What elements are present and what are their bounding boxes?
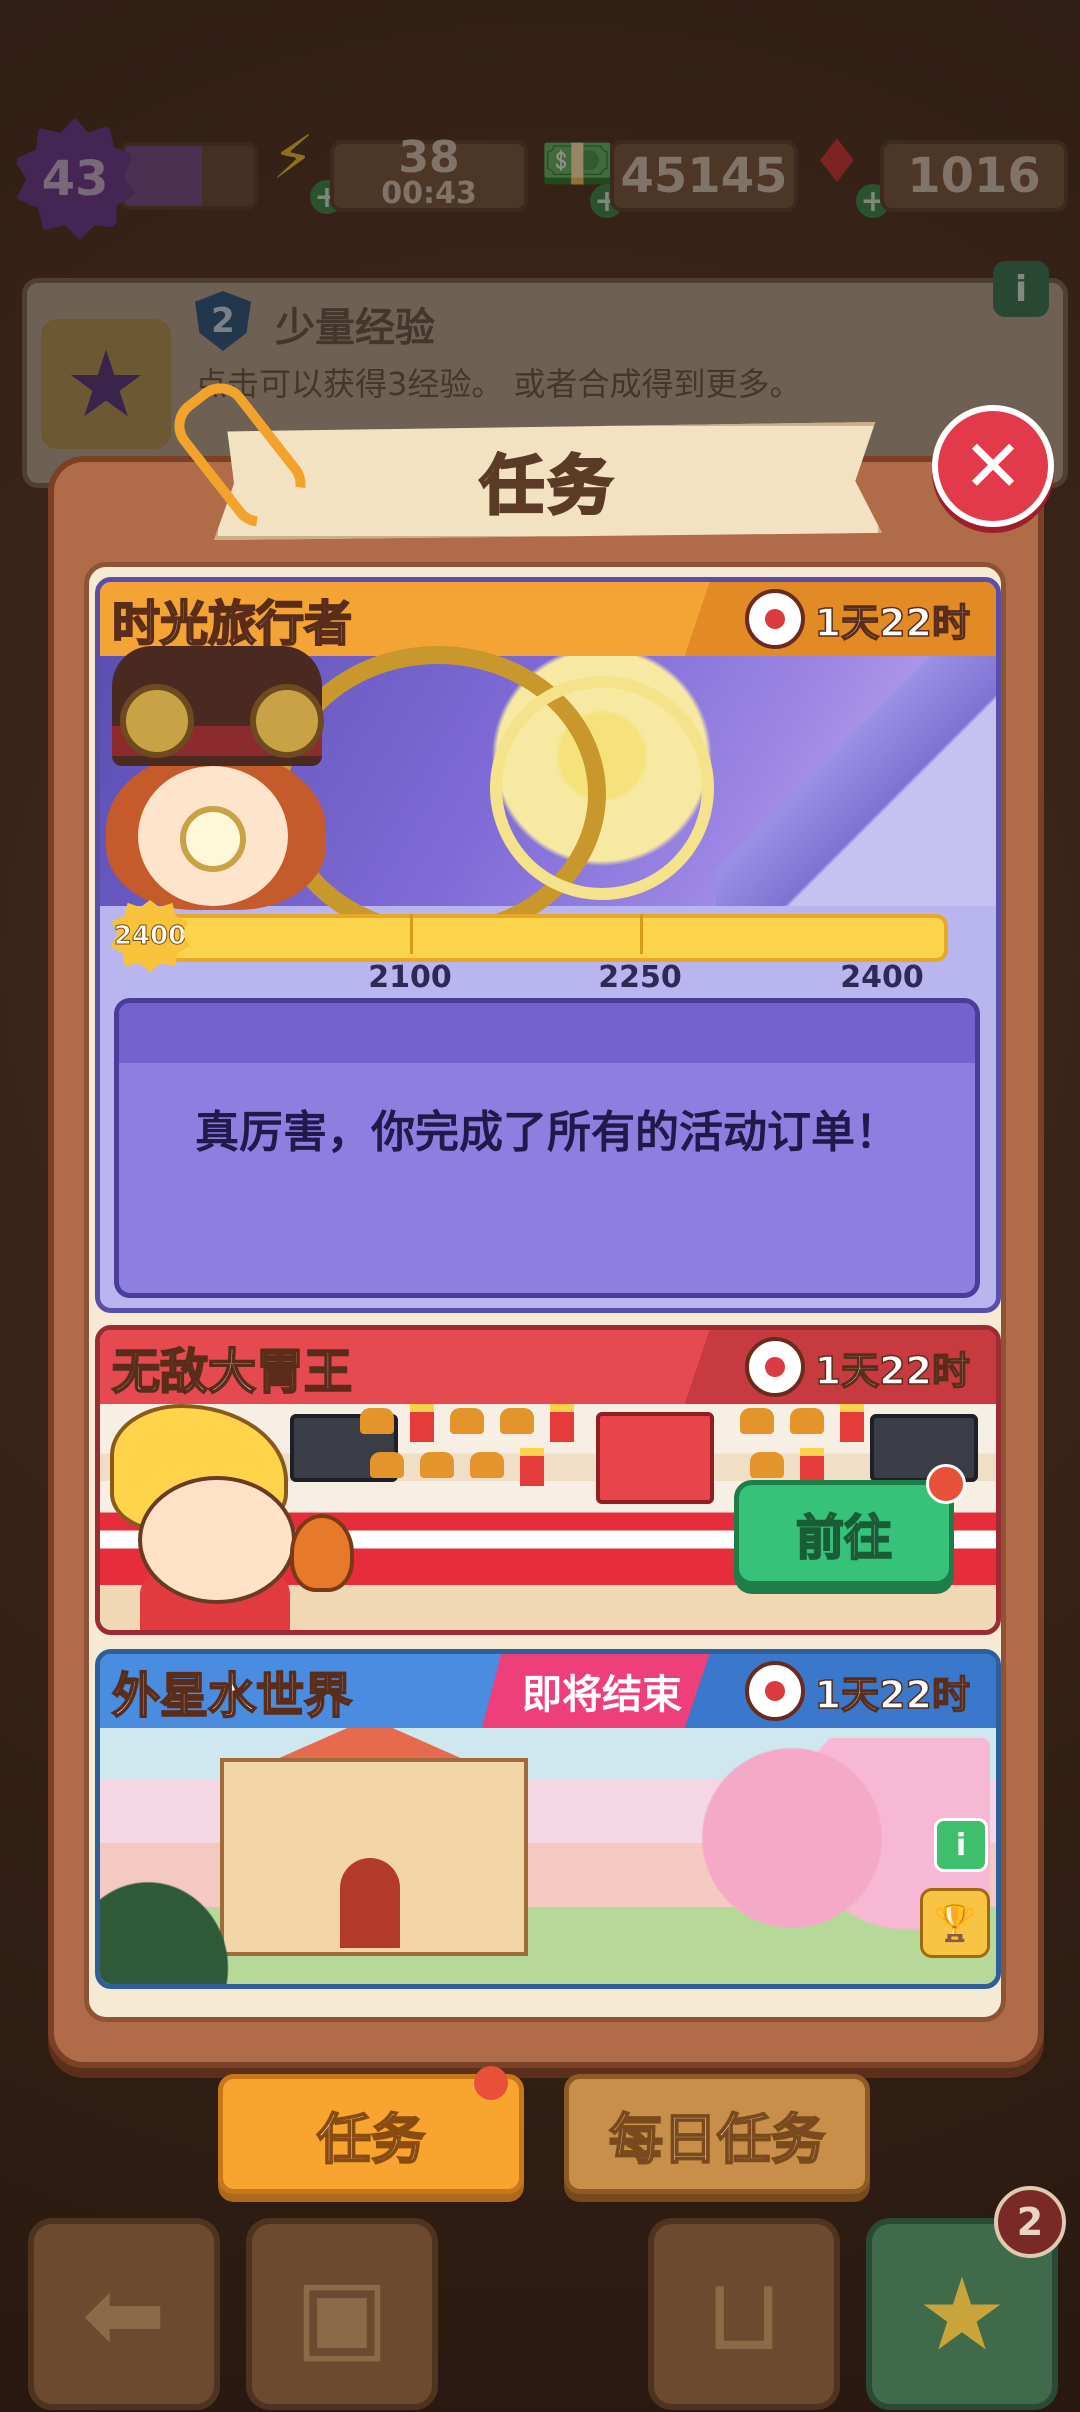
backpack-button[interactable]: ▣ [246, 2218, 438, 2410]
event-timer: 1天22时 [684, 1330, 996, 1404]
tasks-panel: 任务 时光旅行者 1天22时 2400 2100 2250 2400 真厉害，你… [48, 422, 1044, 2068]
close-icon: ✕ [962, 424, 1024, 508]
event-info-icon[interactable]: i [934, 1818, 988, 1872]
event-title: 无敌大胃王 [111, 1343, 353, 1401]
trophy-icon[interactable]: 🏆 [920, 1888, 990, 1958]
big-eater-character [100, 1404, 354, 1630]
backpack-icon: ▣ [294, 2255, 390, 2373]
event-timer-text: 1天22时 [814, 600, 971, 646]
time-traveler-character [100, 646, 350, 916]
mansion-illustration: i 🏆 [100, 1718, 996, 1984]
golden-gear-illustration [490, 676, 714, 900]
completion-message-box: 真厉害，你完成了所有的活动订单！ [114, 998, 980, 1298]
palm-leaves [100, 1848, 260, 1984]
event-timer: 1天22时 [684, 582, 996, 656]
notification-dot [926, 1464, 966, 1504]
event-card-alien-water-world[interactable]: i 🏆 外星水世界 即将结束 1天22时 [95, 1649, 1001, 1989]
event-timer-text: 1天22时 [814, 1672, 971, 1718]
clock-icon [744, 1337, 805, 1397]
star-icon: ★ [917, 2255, 1007, 2373]
go-button[interactable]: 前往 [734, 1480, 954, 1586]
milestone-tick [410, 914, 413, 954]
completion-message: 真厉害，你完成了所有的活动订单！ [195, 1107, 899, 1158]
shop-basket-button[interactable]: ⊔ [648, 2218, 840, 2410]
progress-points: 2400 [113, 921, 187, 952]
time-traveler-illustration [100, 646, 996, 942]
tab-daily-tasks[interactable]: 每日任务 [564, 2074, 870, 2194]
event-title: 时光旅行者 [111, 595, 353, 653]
clock-icon [744, 589, 805, 649]
event-timer: 1天22时 [684, 1654, 996, 1728]
staircase-illustration [716, 656, 996, 906]
milestone-tick [640, 914, 643, 954]
panel-title: 任务 [479, 449, 616, 526]
clock-icon [744, 1661, 805, 1721]
event-title: 外星水世界 [111, 1667, 353, 1725]
cola-dispenser [596, 1412, 714, 1504]
milestone-label: 2100 [368, 960, 452, 995]
ending-soon-tag: 即将结束 [482, 1654, 722, 1728]
star-tasks-badge: 2 [994, 2186, 1066, 2258]
event-progress-bar [150, 914, 948, 962]
back-button[interactable]: ⬅ [28, 2218, 220, 2410]
event-list[interactable]: 时光旅行者 1天22时 2400 2100 2250 2400 真厉害，你完成了… [84, 562, 1006, 2022]
panel-title-banner: 任务 [214, 422, 882, 540]
close-button[interactable]: ✕ [932, 405, 1054, 527]
event-card-time-traveler: 时光旅行者 1天22时 2400 2100 2250 2400 真厉害，你完成了… [95, 577, 1001, 1313]
event-progress: 2400 2100 2250 2400 [110, 900, 980, 995]
notification-dot [474, 2066, 508, 2100]
milestone-label: 2250 [598, 960, 682, 995]
event-timer-text: 1天22时 [814, 1348, 971, 1394]
basket-icon: ⊔ [704, 2255, 784, 2373]
mansion-door [340, 1858, 400, 1948]
milestone-label: 2400 [840, 960, 924, 995]
arrow-left-icon: ⬅ [82, 2255, 166, 2373]
event-card-big-eater[interactable]: 无敌大胃王 1天22时 前往 [95, 1325, 1001, 1635]
